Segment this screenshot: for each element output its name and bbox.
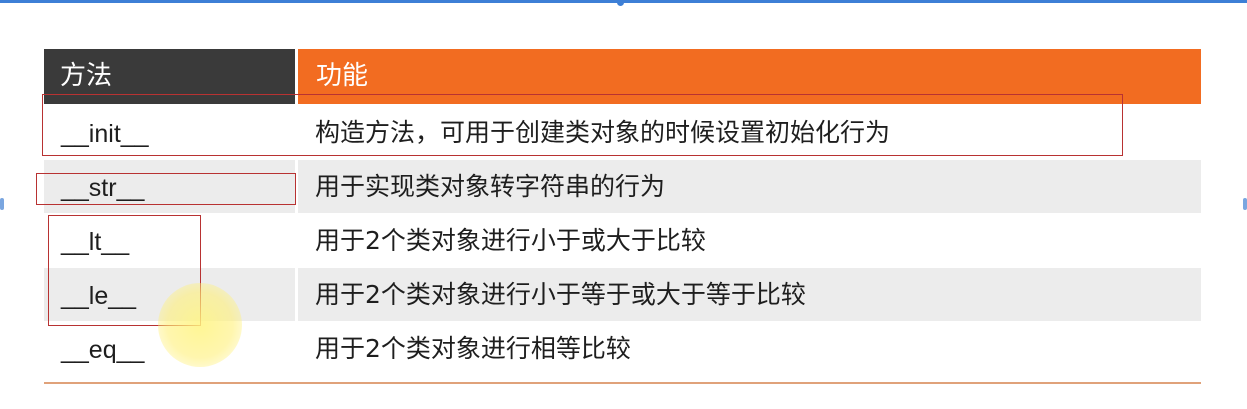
table-row: __init__ 构造方法，可用于创建类对象的时候设置初始化行为 bbox=[44, 106, 1201, 159]
table-bottom-rule bbox=[44, 382, 1201, 384]
method-name: __lt__ bbox=[61, 228, 130, 256]
description-cell: 用于2个类对象进行小于或大于比较 bbox=[298, 214, 1201, 267]
right-edge-handle[interactable] bbox=[1243, 198, 1247, 210]
slide-canvas: 方法 功能 __init__ 构造方法，可用于创建类对象的时候设置初始化行为 _… bbox=[0, 0, 1247, 409]
method-description: 构造方法，可用于创建类对象的时候设置初始化行为 bbox=[315, 118, 891, 147]
method-description: 用于2个类对象进行小于等于或大于等于比较 bbox=[315, 280, 806, 309]
method-name: __init__ bbox=[61, 120, 149, 148]
description-cell: 用于实现类对象转字符串的行为 bbox=[298, 160, 1201, 213]
description-cell: 用于2个类对象进行小于等于或大于等于比较 bbox=[298, 268, 1201, 321]
method-description: 用于2个类对象进行小于或大于比较 bbox=[315, 226, 706, 255]
method-cell: __le__ bbox=[44, 268, 295, 321]
description-cell: 构造方法，可用于创建类对象的时候设置初始化行为 bbox=[298, 106, 1201, 159]
header-cell-function: 功能 bbox=[298, 49, 1201, 104]
header-method-label: 方法 bbox=[60, 61, 113, 91]
header-cell-method: 方法 bbox=[44, 49, 295, 104]
method-name: __le__ bbox=[61, 282, 137, 310]
method-name: __str__ bbox=[61, 174, 145, 202]
method-description: 用于实现类对象转字符串的行为 bbox=[315, 172, 666, 201]
table-row: __le__ 用于2个类对象进行小于等于或大于等于比较 bbox=[44, 268, 1201, 321]
resize-handle[interactable] bbox=[617, 0, 624, 6]
table-row: __lt__ 用于2个类对象进行小于或大于比较 bbox=[44, 214, 1201, 267]
header-function-label: 功能 bbox=[316, 61, 369, 91]
method-cell: __eq__ bbox=[44, 322, 295, 375]
table-row: __eq__ 用于2个类对象进行相等比较 bbox=[44, 322, 1201, 375]
method-cell: __lt__ bbox=[44, 214, 295, 267]
description-cell: 用于2个类对象进行相等比较 bbox=[298, 322, 1201, 375]
method-cell: __init__ bbox=[44, 106, 295, 159]
method-name: __eq__ bbox=[61, 336, 145, 364]
left-edge-handle[interactable] bbox=[0, 198, 4, 210]
method-description: 用于2个类对象进行相等比较 bbox=[315, 334, 631, 363]
method-cell: __str__ bbox=[44, 160, 295, 213]
table-row: __str__ 用于实现类对象转字符串的行为 bbox=[44, 160, 1201, 213]
